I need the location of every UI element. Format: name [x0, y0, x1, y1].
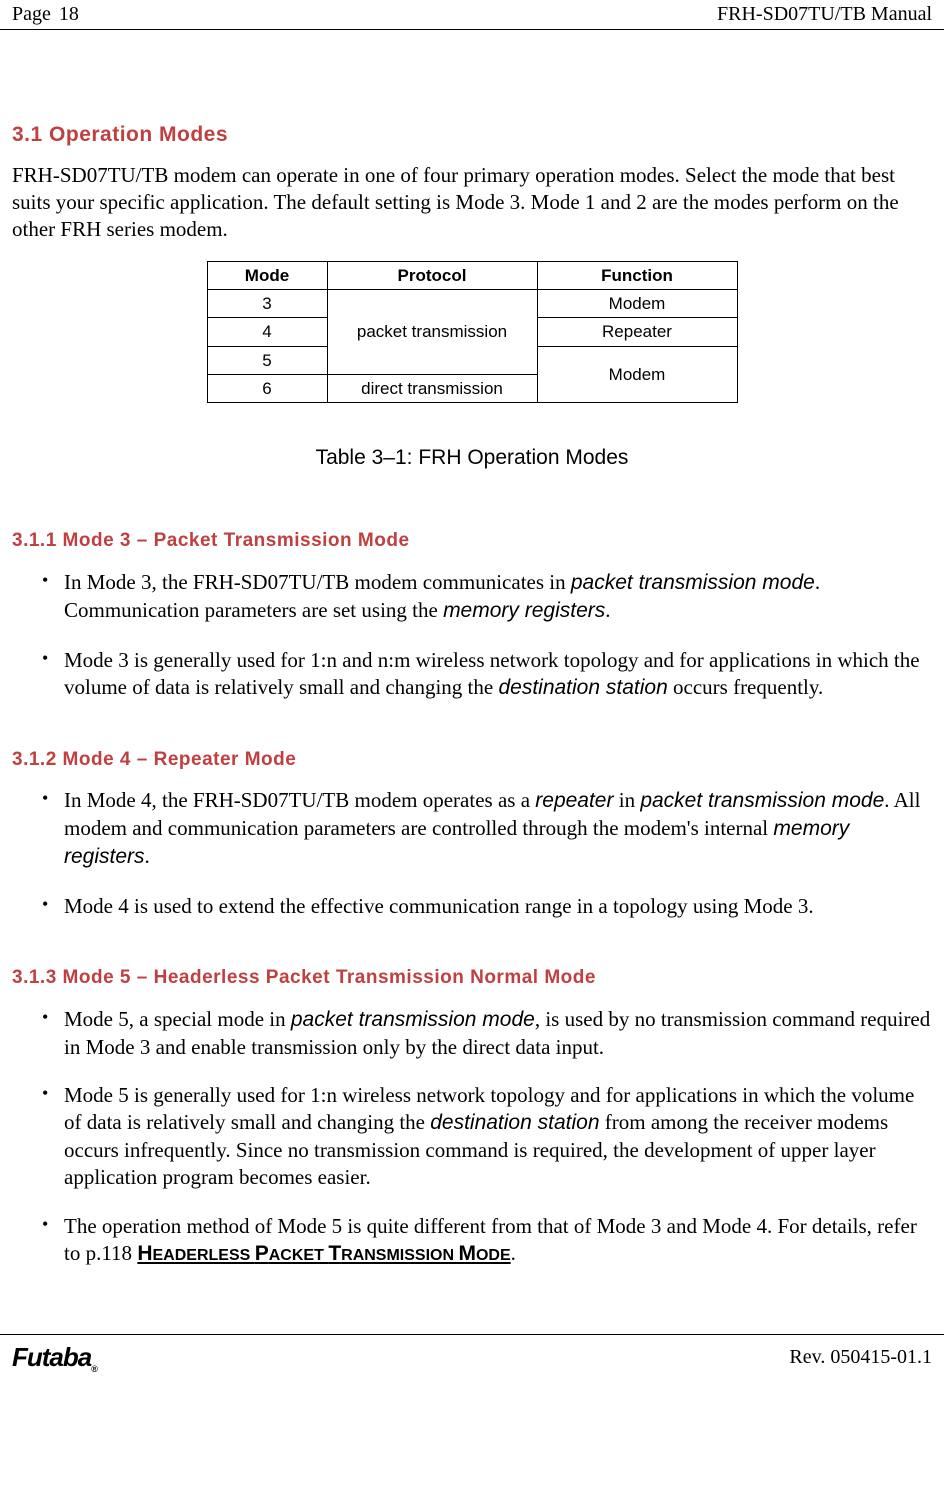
td-fn-repeater: Repeater [537, 318, 737, 346]
section-intro: FRH-SD07TU/TB modem can operate in one o… [12, 162, 932, 243]
td-fn-modem1: Modem [537, 290, 737, 318]
page-footer: Futaba® Rev. 050415-01.1 [0, 1334, 944, 1379]
headerless-mode-link[interactable]: HEADERLESS PACKET TRANSMISSION MODE [137, 1242, 510, 1265]
page-number: 18 [59, 2, 79, 27]
th-function: Function [537, 261, 737, 289]
td-mode-4: 4 [207, 318, 327, 346]
td-fn-modem2: Modem [537, 346, 737, 403]
page-label: Page [12, 2, 51, 27]
td-mode-3: 3 [207, 290, 327, 318]
sub1-bullet-2: Mode 3 is generally used for 1:n and n:m… [42, 647, 932, 702]
td-direct: direct transmission [327, 374, 537, 402]
th-mode: Mode [207, 261, 327, 289]
futaba-logo: Futaba® [12, 1341, 97, 1375]
section-heading: 3.1 Operation Modes [12, 122, 932, 148]
table-caption: Table 3–1: FRH Operation Modes [12, 445, 932, 471]
td-packet: packet transmission [327, 290, 537, 375]
sub3-bullet-2: Mode 5 is generally used for 1:n wireles… [42, 1082, 932, 1191]
sub1-bullet-1: In Mode 3, the FRH-SD07TU/TB modem commu… [42, 569, 932, 625]
th-protocol: Protocol [327, 261, 537, 289]
sub1-heading: 3.1.1 Mode 3 – Packet Transmission Mode [12, 529, 932, 553]
sub2-bullet-2: Mode 4 is used to extend the effective c… [42, 893, 932, 920]
td-mode-5: 5 [207, 346, 327, 374]
operation-modes-table: Mode Protocol Function 3 packet transmis… [207, 261, 738, 403]
sub2-heading: 3.1.2 Mode 4 – Repeater Mode [12, 748, 932, 772]
manual-title: FRH-SD07TU/TB Manual [717, 2, 932, 27]
sub2-bullet-1: In Mode 4, the FRH-SD07TU/TB modem opera… [42, 787, 932, 871]
sub3-heading: 3.1.3 Mode 5 – Headerless Packet Transmi… [12, 966, 932, 990]
revision: Rev. 050415-01.1 [789, 1345, 932, 1370]
sub3-bullet-3: The operation method of Mode 5 is quite … [42, 1213, 932, 1268]
td-mode-6: 6 [207, 374, 327, 402]
sub3-bullet-1: Mode 5, a special mode in packet transmi… [42, 1006, 932, 1061]
page-header: Page 18 FRH-SD07TU/TB Manual [0, 0, 944, 30]
